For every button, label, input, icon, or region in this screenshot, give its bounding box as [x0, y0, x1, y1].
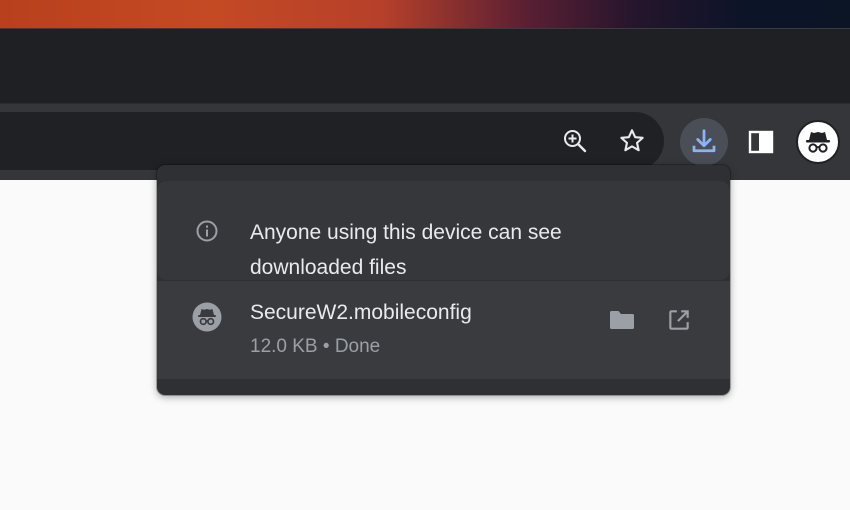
privacy-notice-line2: downloaded files	[250, 256, 407, 279]
desktop-wallpaper-strip	[0, 0, 850, 28]
privacy-notice-line1: Anyone using this device can see	[250, 221, 562, 244]
privacy-notice-text: Anyone using this device can see downloa…	[250, 215, 690, 285]
incognito-icon[interactable]	[796, 120, 840, 164]
downloads-bubble: Anyone using this device can see downloa…	[157, 165, 730, 395]
incognito-icon	[192, 302, 222, 332]
privacy-notice: Anyone using this device can see downloa…	[157, 181, 730, 280]
download-icon[interactable]	[680, 118, 728, 166]
download-filename: SecureW2.mobileconfig	[250, 301, 472, 324]
star-icon[interactable]	[613, 122, 651, 160]
info-icon	[195, 219, 219, 243]
download-item[interactable]: SecureW2.mobileconfig 12.0 KB • Done	[157, 281, 730, 379]
open-external-icon[interactable]	[662, 303, 696, 337]
download-status: 12.0 KB • Done	[250, 336, 381, 357]
browser-tab-strip	[0, 28, 850, 103]
side-panel-icon[interactable]	[741, 122, 781, 162]
zoom-in-icon[interactable]	[556, 122, 594, 160]
folder-icon[interactable]	[605, 303, 639, 337]
